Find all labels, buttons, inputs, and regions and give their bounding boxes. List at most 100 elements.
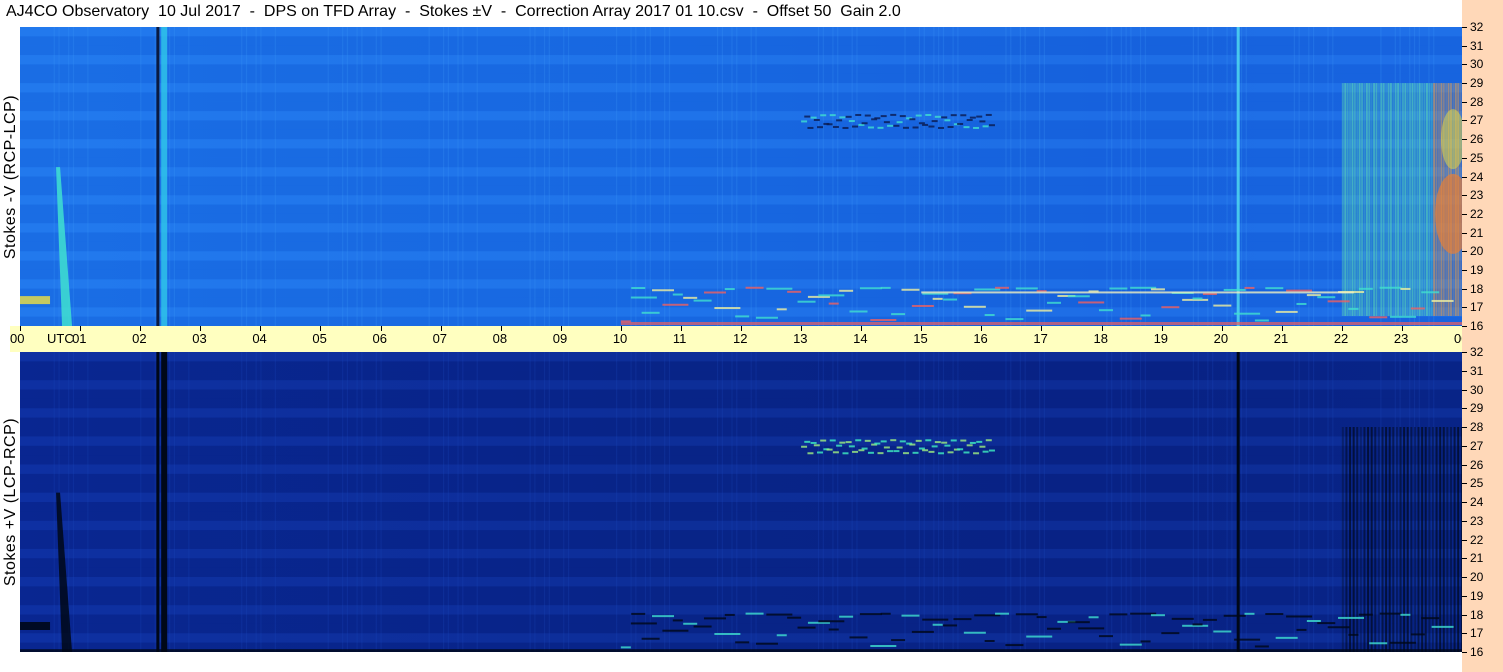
time-striation [563, 27, 565, 326]
low-band-emission [1161, 632, 1180, 635]
low-band-emission [630, 622, 657, 625]
frequency-tick-label: 22 [1470, 206, 1484, 221]
time-striation [904, 352, 906, 652]
time-striation [635, 352, 637, 652]
low-band-emission [620, 646, 631, 649]
utc-tick-label: 15 [913, 331, 928, 346]
interference-line [1236, 352, 1240, 652]
time-striation [169, 352, 171, 652]
time-striation [241, 27, 243, 326]
time-striation [1125, 352, 1127, 652]
emission-dot [966, 119, 973, 122]
low-band-emission [1244, 612, 1255, 615]
utc-tick-label: 09 [552, 331, 568, 346]
frequency-tick-mark [1462, 157, 1467, 159]
emission-dot [985, 439, 992, 442]
low-band-emission [662, 303, 689, 306]
storm-striation [1367, 427, 1370, 652]
storm-striation [1388, 427, 1391, 652]
low-band-emission [672, 619, 683, 622]
low-band-emission [849, 310, 868, 313]
frequency-tick-label: 26 [1470, 457, 1484, 472]
time-striation [721, 27, 723, 326]
low-band-emission [1348, 307, 1359, 310]
time-striation [1293, 27, 1295, 326]
time-striation [664, 27, 666, 326]
time-striation [856, 352, 858, 652]
utc-tick-label: 20 [1213, 331, 1229, 346]
time-striation [822, 352, 824, 652]
storm-striation [1397, 83, 1400, 316]
storm-striation [1382, 83, 1385, 316]
low-band-emission [1379, 612, 1402, 615]
time-striation [548, 352, 550, 652]
time-striation [159, 352, 161, 652]
storm-striation [1417, 427, 1420, 652]
top-spectrogram-panel [20, 27, 1462, 326]
page-title: AJ4CO Observatory 10 Jul 2017 - DPS on T… [6, 3, 901, 20]
utc-tick-label: 08 [492, 331, 508, 346]
time-striation [169, 27, 171, 326]
low-band-emission [1410, 633, 1425, 636]
low-band-emission [1171, 617, 1194, 620]
emission-dot [912, 451, 919, 454]
low-band-emission [911, 630, 934, 633]
low-band-emission [1078, 301, 1105, 304]
frequency-tick-mark [1462, 595, 1467, 597]
frequency-tick-label: 17 [1470, 300, 1484, 315]
time-striation [1298, 352, 1300, 652]
low-band-emission [1379, 286, 1402, 289]
time-striation [1308, 352, 1310, 652]
time-striation [529, 352, 531, 652]
time-striation [1245, 352, 1247, 652]
frequency-tick-mark [1462, 213, 1467, 215]
time-striation [1130, 352, 1132, 652]
emission-dot [960, 439, 967, 442]
time-striation [342, 27, 344, 326]
frequency-tick-mark [1462, 483, 1467, 485]
emission-dot [848, 445, 855, 448]
low-band-emission [1296, 302, 1307, 305]
emission-dot [804, 440, 811, 443]
time-striation [630, 352, 632, 652]
frequency-tick-mark [1462, 614, 1467, 616]
storm-striation [1399, 427, 1402, 652]
emission-dot [801, 445, 808, 448]
storm-striation [1344, 83, 1347, 316]
storm-striation [1374, 427, 1377, 652]
emission-dot [883, 446, 890, 449]
emission-dot [963, 451, 970, 454]
low-band-emission [1275, 310, 1298, 313]
low-band-emission [745, 612, 764, 615]
low-band-emission [1109, 613, 1128, 616]
time-striation [817, 352, 820, 652]
time-striation [1010, 352, 1012, 652]
low-band-emission [787, 290, 802, 293]
low-band-emission [891, 313, 906, 316]
time-striation [731, 27, 733, 326]
time-striation [668, 27, 671, 326]
time-striation [933, 27, 935, 326]
low-band-emission [641, 311, 660, 314]
low-band-emission [1140, 314, 1151, 317]
low-band-emission [745, 286, 764, 289]
time-striation [1409, 352, 1411, 652]
frequency-tick-mark [1462, 101, 1467, 103]
low-band-emission [1078, 627, 1105, 630]
frequency-tick-label: 25 [1470, 476, 1484, 491]
low-band-emission [652, 289, 675, 292]
emission-dot [909, 118, 916, 121]
top-spectrogram [20, 27, 1462, 326]
emission-dot [887, 124, 894, 127]
emission-dot [874, 117, 881, 120]
low-band-emission [735, 315, 750, 318]
interference-line [161, 352, 168, 652]
time-striation [1024, 27, 1026, 326]
frequency-tick-label: 32 [1470, 20, 1484, 34]
low-band-emission [1265, 287, 1284, 290]
storm-striation [1351, 83, 1354, 316]
emission-dot [973, 126, 980, 129]
time-striation [274, 352, 276, 652]
time-striation [716, 27, 719, 326]
storm-striation [1401, 83, 1404, 316]
